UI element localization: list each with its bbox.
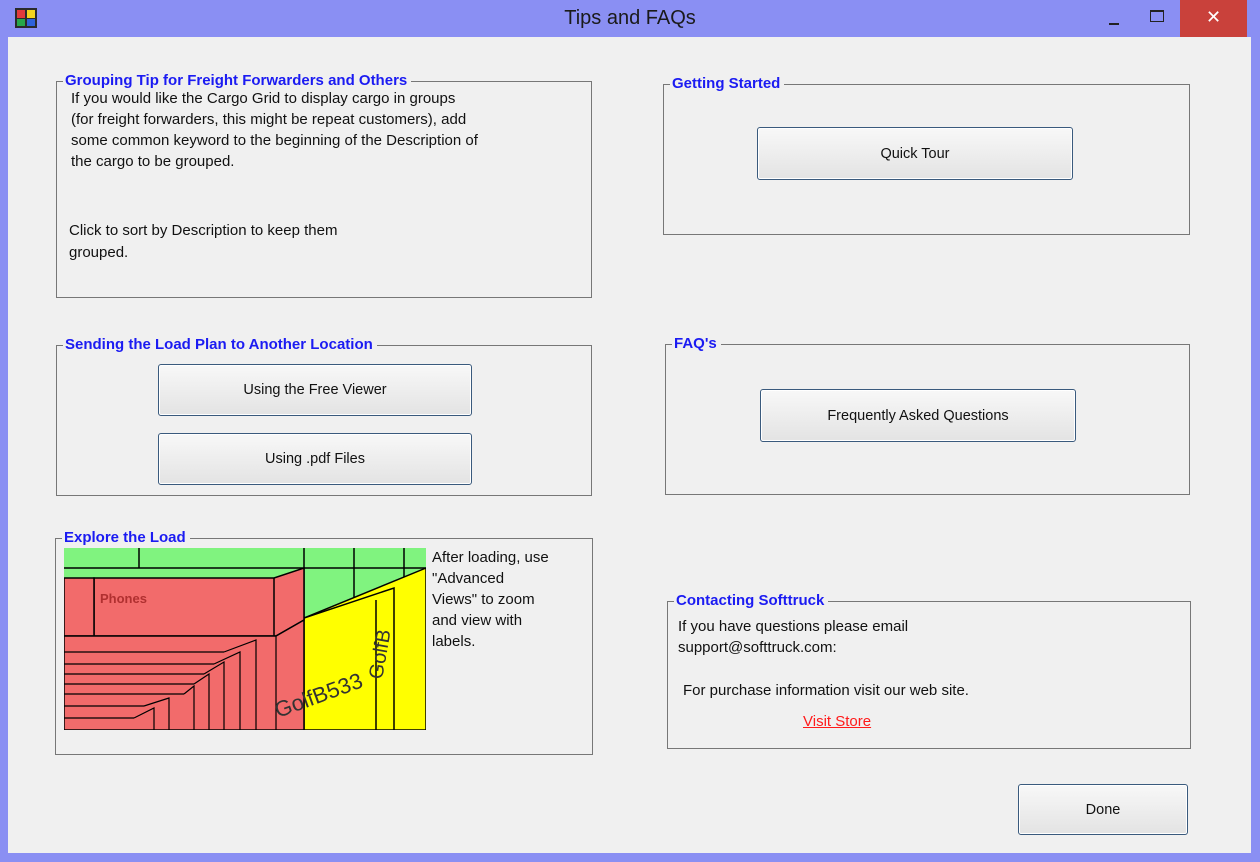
dialog-body: Grouping Tip for Freight Forwarders and … xyxy=(8,37,1251,853)
grouping-tip-text: If you would like the Cargo Grid to disp… xyxy=(71,90,478,170)
pdf-files-button[interactable]: Using .pdf Files xyxy=(158,433,472,485)
contact-group: Contacting Softtruck If you have questio… xyxy=(667,592,1191,749)
grouping-tip-legend: Grouping Tip for Freight Forwarders and … xyxy=(63,72,412,89)
explore-load-group: Explore the Load Phones GolfB533 GolfB A… xyxy=(55,529,593,755)
done-button[interactable]: Done xyxy=(1018,784,1188,835)
explore-load-text: After loading, use "Advanced Views" to z… xyxy=(432,549,549,650)
explore-load-legend: Explore the Load xyxy=(62,529,190,546)
phones-label: Phones xyxy=(100,591,147,606)
close-button[interactable]: ✕ xyxy=(1180,0,1247,37)
sending-load-plan-group: Sending the Load Plan to Another Locatio… xyxy=(56,336,592,496)
grouping-tip-group: Grouping Tip for Freight Forwarders and … xyxy=(56,72,592,298)
getting-started-legend: Getting Started xyxy=(670,75,785,92)
visit-store-link[interactable]: Visit Store xyxy=(803,713,871,730)
maximize-button[interactable] xyxy=(1136,0,1178,32)
window-title: Tips and FAQs xyxy=(564,7,696,29)
close-icon: ✕ xyxy=(1205,7,1222,28)
sending-load-plan-legend: Sending the Load Plan to Another Locatio… xyxy=(63,336,377,353)
purchase-info-text: For purchase information visit our web s… xyxy=(683,682,969,699)
getting-started-group: Getting Started Quick Tour xyxy=(663,75,1190,235)
contact-email-text: If you have questions please email suppo… xyxy=(678,618,909,656)
cargo-load-image: Phones GolfB533 GolfB xyxy=(64,548,426,730)
contact-legend: Contacting Softtruck xyxy=(674,592,829,609)
title-bar[interactable]: Tips and FAQs ✕ xyxy=(0,0,1260,37)
free-viewer-button[interactable]: Using the Free Viewer xyxy=(158,364,472,416)
sort-tip-text: Click to sort by Description to keep the… xyxy=(69,222,338,261)
faq-button[interactable]: Frequently Asked Questions xyxy=(760,389,1076,442)
quick-tour-button[interactable]: Quick Tour xyxy=(757,127,1073,180)
minimize-button[interactable] xyxy=(1093,0,1135,32)
tips-and-faqs-window: Tips and FAQs ✕ Grouping Tip for Freight… xyxy=(0,0,1260,862)
faqs-legend: FAQ's xyxy=(672,335,721,352)
faqs-group: FAQ's Frequently Asked Questions xyxy=(665,335,1190,495)
